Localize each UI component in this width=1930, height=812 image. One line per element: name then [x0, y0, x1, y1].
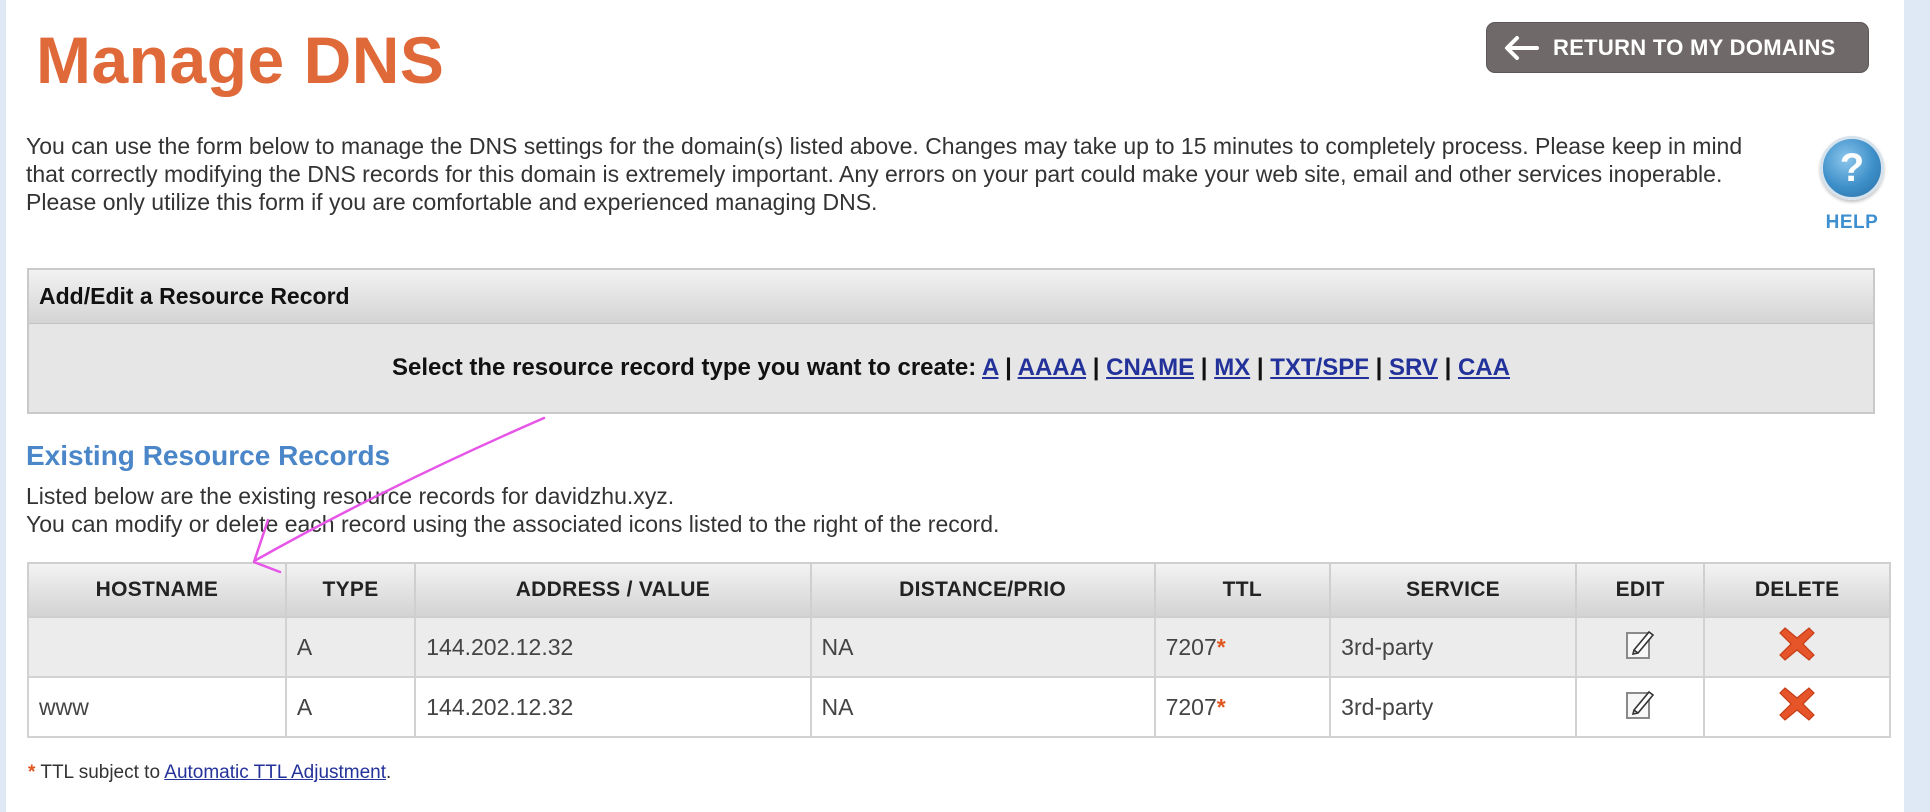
column-header-ttl: TTL — [1153, 562, 1332, 618]
edit-icon[interactable] — [1625, 688, 1655, 726]
column-header-address: ADDRESS / VALUE — [414, 562, 812, 618]
column-header-delete: DELETE — [1703, 562, 1891, 618]
page-title: Manage DNS — [36, 23, 445, 97]
cell-distance: NA — [809, 676, 1156, 738]
record-type-link-caa[interactable]: CAA — [1458, 354, 1510, 381]
ttl-asterisk: * — [1216, 633, 1226, 660]
cell-type: A — [284, 676, 417, 738]
automatic-ttl-adjustment-link[interactable]: Automatic TTL Adjustment — [164, 762, 386, 783]
separator: | — [1375, 354, 1383, 381]
cell-edit — [1574, 616, 1706, 678]
ttl-asterisk: * — [1216, 693, 1226, 720]
cell-service: 3rd-party — [1329, 676, 1577, 738]
separator: | — [1256, 354, 1264, 381]
separator: | — [1444, 354, 1452, 381]
return-button-label: RETURN TO MY DOMAINS — [1553, 34, 1836, 60]
separator: | — [1005, 354, 1012, 381]
column-header-service: SERVICE — [1329, 562, 1577, 618]
help-button[interactable]: ? HELP — [1820, 136, 1884, 234]
record-type-link-srv[interactable]: SRV — [1389, 354, 1438, 381]
cell-address: 144.202.12.32 — [414, 616, 812, 678]
delete-x-icon[interactable] — [1777, 624, 1817, 670]
ttl-value: 7207 — [1165, 693, 1217, 720]
cell-type: A — [284, 616, 417, 678]
existing-records-title: Existing Resource Records — [26, 440, 391, 471]
column-header-edit: EDIT — [1574, 562, 1706, 618]
column-header-type: TYPE — [284, 562, 417, 618]
cell-address: 144.202.12.32 — [414, 676, 812, 738]
column-header-distance: DISTANCE/PRIO — [809, 562, 1156, 618]
help-label: HELP — [1825, 212, 1879, 233]
footnote-asterisk: * — [28, 762, 36, 783]
table-header-row: HOSTNAME TYPE ADDRESS / VALUE DISTANCE/P… — [27, 562, 1891, 618]
ttl-footnote: * TTL subject to Automatic TTL Adjustmen… — [28, 762, 391, 784]
footnote-text: TTL subject to — [40, 762, 161, 783]
dns-page: Manage DNS RETURN TO MY DOMAINS You can … — [6, 0, 1904, 812]
ttl-value: 7207 — [1165, 633, 1217, 660]
delete-x-icon[interactable] — [1777, 684, 1817, 730]
table-row: A 144.202.12.32 NA 7207* 3rd-party — [27, 616, 1891, 678]
intro-text: You can use the form below to manage the… — [26, 133, 1743, 215]
separator: | — [1092, 354, 1100, 381]
resource-records-table: HOSTNAME TYPE ADDRESS / VALUE DISTANCE/P… — [27, 562, 1891, 738]
question-mark-icon: ? — [1820, 136, 1884, 200]
cell-ttl: 7207* — [1153, 616, 1332, 678]
add-edit-resource-record-panel: Add/Edit a Resource Record Select the re… — [27, 268, 1875, 414]
add-edit-panel-header: Add/Edit a Resource Record — [29, 270, 1873, 324]
edit-icon[interactable] — [1625, 628, 1655, 666]
table-row: www A 144.202.12.32 NA 7207* 3rd-party — [27, 676, 1891, 738]
column-header-hostname: HOSTNAME — [27, 562, 287, 618]
arrow-left-icon — [1505, 35, 1539, 60]
cell-delete — [1703, 616, 1891, 678]
record-type-prompt: Select the resource record type you want… — [392, 354, 977, 381]
separator: | — [1200, 354, 1208, 381]
record-type-link-txt-spf[interactable]: TXT/SPF — [1270, 354, 1369, 381]
record-type-link-cname[interactable]: CNAME — [1106, 354, 1194, 381]
cell-hostname — [27, 616, 287, 678]
existing-desc-line-2: You can modify or delete each record usi… — [26, 511, 1000, 537]
existing-desc-line-1: Listed below are the existing resource r… — [26, 483, 675, 509]
footnote-end: . — [386, 762, 392, 783]
record-type-link-aaaa[interactable]: AAAA — [1018, 354, 1086, 381]
cell-delete — [1703, 676, 1891, 738]
record-type-selector: Select the resource record type you want… — [29, 354, 1873, 382]
cell-service: 3rd-party — [1329, 616, 1577, 678]
cell-edit — [1574, 676, 1706, 738]
return-to-my-domains-button[interactable]: RETURN TO MY DOMAINS — [1486, 22, 1869, 73]
cell-distance: NA — [809, 616, 1156, 678]
record-type-link-mx[interactable]: MX — [1214, 354, 1250, 381]
cell-ttl: 7207* — [1153, 676, 1332, 738]
cell-hostname: www — [27, 676, 287, 738]
existing-records-description: Listed below are the existing resource r… — [26, 482, 999, 538]
record-type-link-a[interactable]: A — [982, 354, 998, 381]
